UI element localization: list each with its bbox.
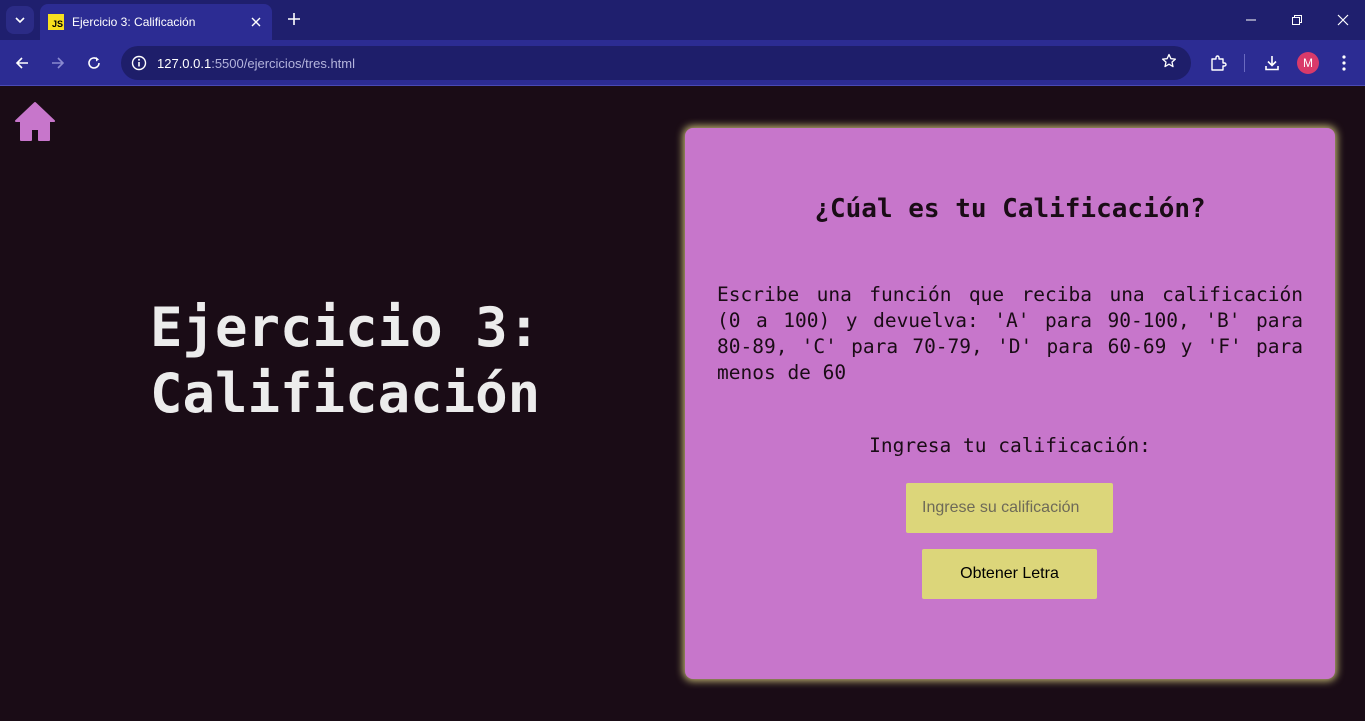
close-icon xyxy=(1337,14,1349,26)
bookmark-button[interactable] xyxy=(1161,53,1177,74)
site-info-icon xyxy=(131,55,147,71)
grade-input-label: Ingresa tu calificación: xyxy=(869,434,1151,457)
download-icon xyxy=(1265,56,1279,71)
browser-tab-active[interactable]: JS Ejercicio 3: Calificación xyxy=(40,4,272,40)
minimize-button[interactable] xyxy=(1228,0,1274,40)
exercise-card: ¿Cúal es tu Calificación? Escribe una fu… xyxy=(685,128,1335,679)
tab-search-button[interactable] xyxy=(6,6,34,34)
star-icon xyxy=(1161,53,1177,68)
browser-toolbar: 127.0.0.1:5500/ejercicios/tres.html M xyxy=(0,40,1365,86)
grade-input[interactable] xyxy=(906,483,1113,533)
reload-button[interactable] xyxy=(81,50,107,76)
address-bar[interactable]: 127.0.0.1:5500/ejercicios/tres.html xyxy=(121,46,1191,80)
extensions-button[interactable] xyxy=(1205,50,1231,76)
reload-icon xyxy=(88,57,100,69)
browser-tab-bar: JS Ejercicio 3: Calificación xyxy=(0,0,1365,40)
page-content: Ejercicio 3: Calificación ¿Cúal es tu Ca… xyxy=(0,87,1365,721)
back-button[interactable] xyxy=(9,50,35,76)
tab-title: Ejercicio 3: Calificación xyxy=(72,15,196,29)
restore-icon xyxy=(1292,15,1302,25)
home-link[interactable] xyxy=(14,101,56,143)
page-title-line-1: Ejercicio 3: xyxy=(150,296,541,359)
downloads-button[interactable] xyxy=(1259,50,1285,76)
new-tab-button[interactable] xyxy=(282,8,306,32)
url-text: 127.0.0.1:5500/ejercicios/tres.html xyxy=(157,56,355,71)
exercise-description: Escribe una función que reciba una calif… xyxy=(717,283,1303,384)
plus-icon xyxy=(288,13,300,25)
minimize-icon xyxy=(1246,19,1256,21)
tab-close-button[interactable] xyxy=(248,14,264,30)
js-favicon-icon: JS xyxy=(48,14,64,30)
url-host: 127.0.0.1 xyxy=(157,55,212,71)
get-letter-button[interactable]: Obtener Letra xyxy=(922,549,1097,599)
forward-arrow-icon xyxy=(52,57,65,69)
site-info-button[interactable] xyxy=(129,53,149,73)
url-path: :5500/ejercicios/tres.html xyxy=(211,55,355,71)
forward-button[interactable] xyxy=(45,50,71,76)
close-window-button[interactable] xyxy=(1320,0,1365,40)
close-icon xyxy=(251,17,261,27)
extensions-icon xyxy=(1211,55,1227,71)
page-title-line-2: Calificación xyxy=(150,362,541,425)
toolbar-separator xyxy=(1244,54,1245,72)
browser-menu-button[interactable] xyxy=(1331,50,1357,76)
page-title: Ejercicio 3: Calificación xyxy=(150,295,630,427)
card-title: ¿Cúal es tu Calificación? xyxy=(814,194,1206,224)
chevron-down-icon xyxy=(15,17,25,24)
profile-avatar[interactable]: M xyxy=(1297,52,1319,74)
kebab-menu-icon xyxy=(1342,55,1346,71)
home-icon xyxy=(15,102,55,141)
back-arrow-icon xyxy=(15,57,28,69)
restore-button[interactable] xyxy=(1274,0,1320,40)
